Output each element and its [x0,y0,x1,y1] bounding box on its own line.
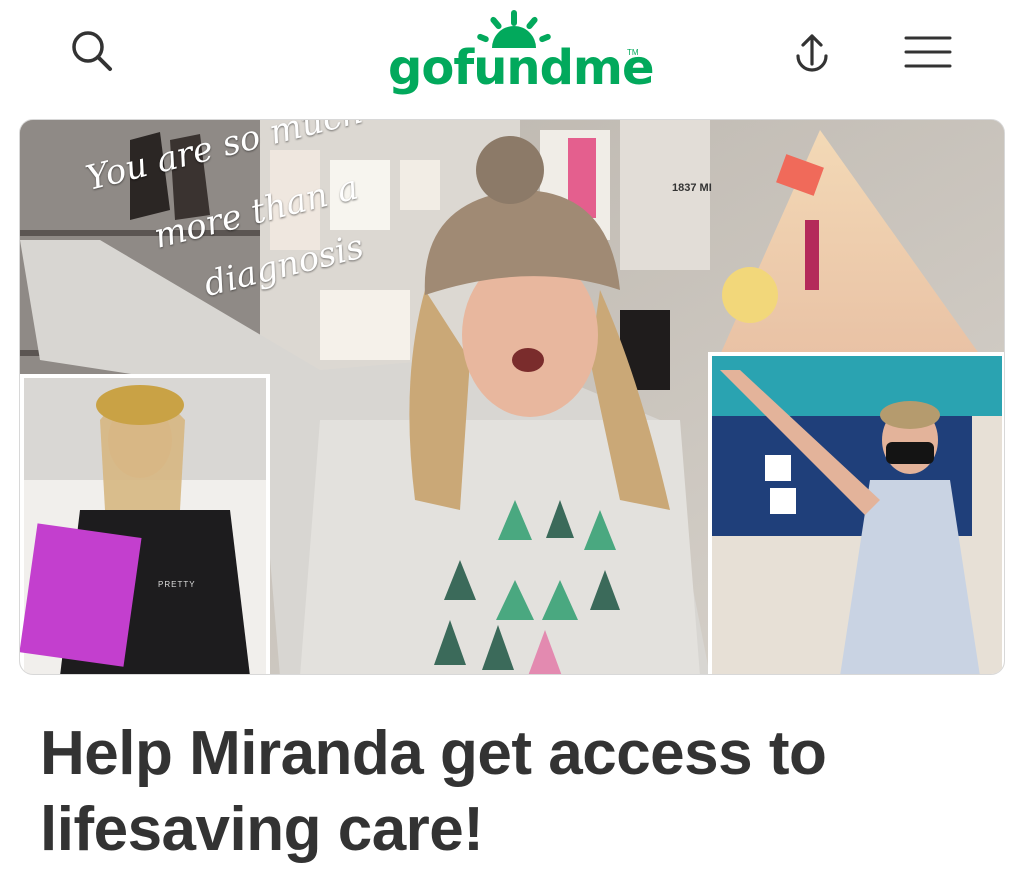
share-icon [796,34,828,72]
share-button[interactable] [782,24,842,84]
shirt-print-text: PRETTY [158,580,196,589]
wall-sign-text: 1837 MI [672,182,712,194]
hero-photo-collage [20,120,1004,674]
top-nav-bar: gofundme TM [0,0,1024,118]
menu-button[interactable] [898,22,958,82]
campaign-hero-image[interactable]: You are so much more than a diagnosis 18… [19,119,1005,675]
gofundme-logo[interactable]: gofundme TM [380,6,654,102]
campaign-title: Help Miranda get access to lifesaving ca… [40,719,827,864]
logo-wordmark: gofundme [388,40,654,96]
search-icon [72,31,112,71]
search-button[interactable] [62,22,122,82]
trademark-mark: TM [627,48,639,57]
menu-icon [904,36,952,68]
